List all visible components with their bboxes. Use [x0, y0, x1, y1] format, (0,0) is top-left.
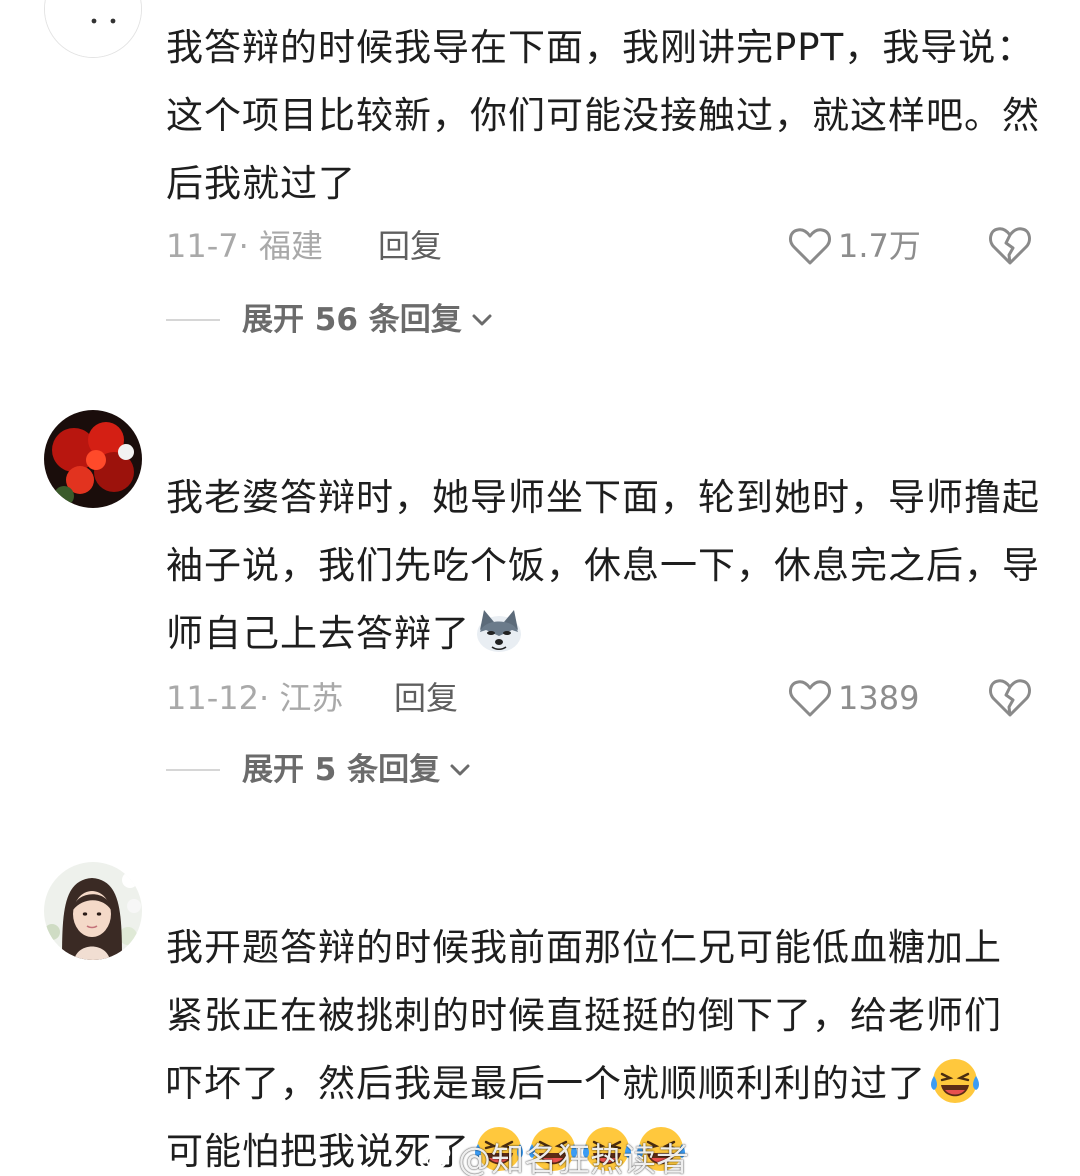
weibo-logo-icon [418, 1145, 451, 1171]
comment-date-location: 11-12· 江苏 [166, 679, 344, 717]
watermark-text: @知名狂热读者 [458, 1140, 689, 1176]
comment-date-location: 11-7· 福建 [166, 227, 323, 265]
comment-text: 我答辩的时候我导在下面，我刚讲完PPT，我导说：这个项目比较新，你们可能没接触过… [166, 26, 1040, 205]
divider [166, 769, 220, 771]
chevron-down-icon [472, 314, 492, 326]
like-count: 1.7万 [838, 227, 921, 265]
comment-text-body: 我开题答辩的时候我前面那位仁兄可能低血糖加上紧张正在被挑刺的时候直挺挺的倒下了，… [166, 926, 1002, 1105]
expand-replies-label: 展开 5 条回复 [242, 752, 441, 788]
expand-replies-button[interactable]: 展开 5 条回复 [166, 748, 472, 792]
chevron-down-icon [450, 764, 470, 776]
comment-text: 我老婆答辩时，她导师坐下面，轮到她时，导师撸起袖子说，我们先吃个饭，休息一下，休… [166, 464, 1046, 668]
divider [166, 319, 220, 321]
reply-button[interactable]: 回复 [394, 676, 458, 720]
doge-husky-emoji [474, 606, 524, 656]
avatar[interactable] [44, 862, 142, 960]
expand-replies-button[interactable]: 展开 56 条回复 [166, 298, 494, 342]
comment-meta: 11-7· 福建 回复 1.7万 [166, 224, 1040, 268]
reply-button[interactable]: 回复 [378, 224, 442, 268]
comment-text-body: 我老婆答辩时，她导师坐下面，轮到她时，导师撸起袖子说，我们先吃个饭，休息一下，休… [166, 476, 1040, 655]
like-count: 1389 [838, 679, 920, 717]
avatar[interactable] [44, 0, 142, 58]
heart-outline-icon [789, 680, 831, 717]
dislike-button[interactable] [988, 676, 1032, 720]
broken-heart-icon [989, 227, 1031, 265]
laughing-crying-emoji [930, 1056, 980, 1106]
broken-heart-icon [989, 679, 1031, 717]
dislike-button[interactable] [988, 224, 1032, 268]
like-button[interactable]: 1389 [788, 676, 919, 720]
expand-replies-label: 展开 56 条回复 [242, 302, 462, 338]
like-button[interactable]: 1.7万 [788, 224, 921, 268]
avatar[interactable] [44, 410, 142, 508]
watermark: @知名狂热读者 [418, 1133, 689, 1176]
comment-meta: 11-12· 江苏 回复 1389 [166, 676, 1040, 720]
heart-outline-icon [789, 228, 831, 265]
